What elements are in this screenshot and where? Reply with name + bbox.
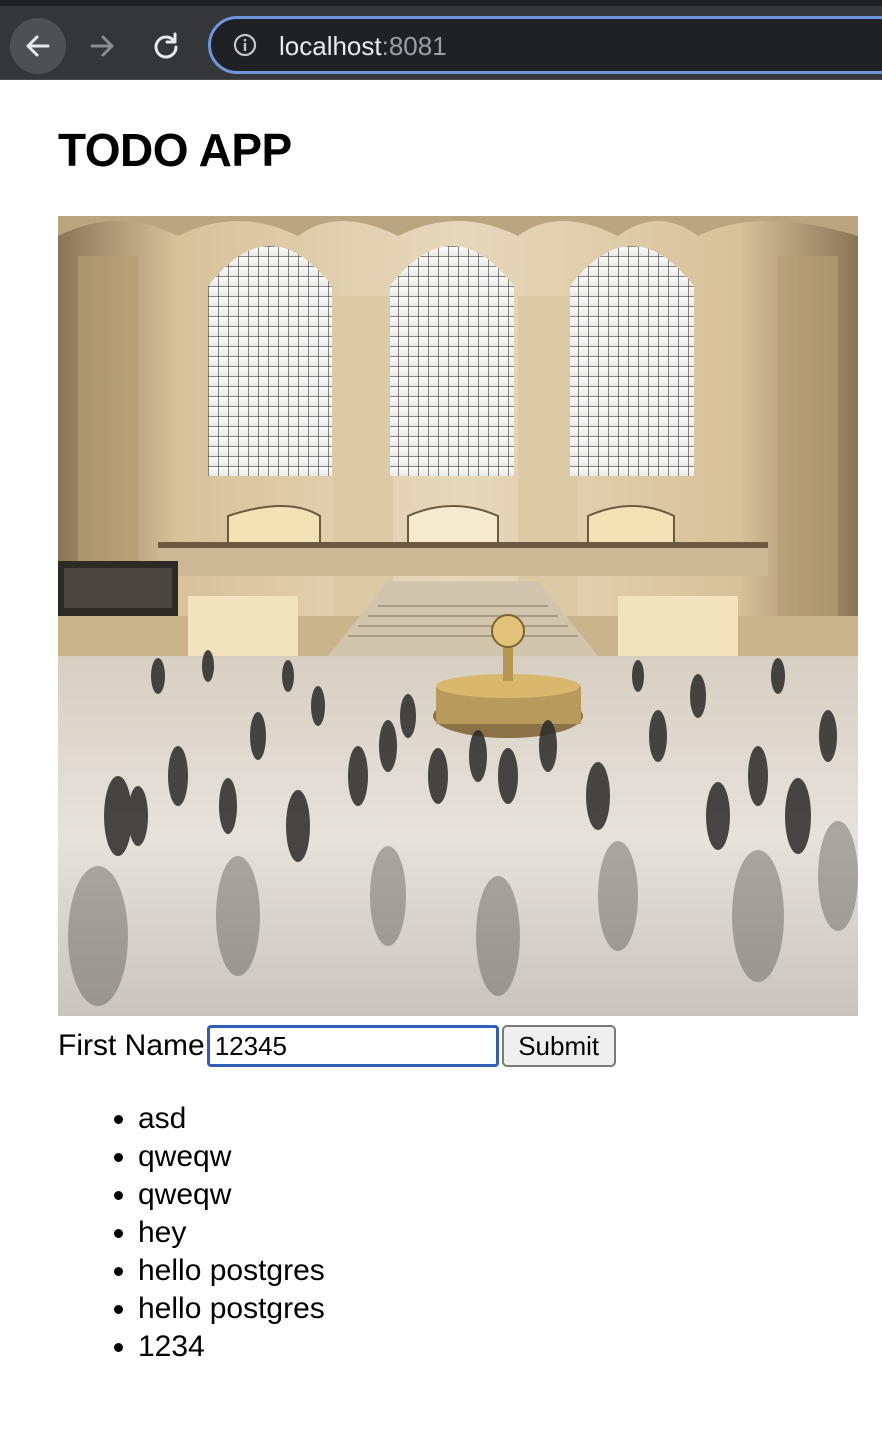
list-item: hello postgres bbox=[138, 1252, 325, 1290]
submit-button[interactable]: Submit bbox=[501, 1025, 616, 1067]
station-photo bbox=[58, 216, 858, 1016]
page-body: TODO APP First Name 12345 Submit • asd •… bbox=[0, 80, 882, 1450]
list-item: hey bbox=[138, 1214, 325, 1252]
forward-button[interactable] bbox=[74, 18, 130, 74]
browser-toolbar: localhost:8081 bbox=[0, 0, 882, 80]
reload-icon bbox=[154, 32, 178, 59]
page-title: TODO APP bbox=[58, 124, 292, 176]
arrow-left-icon bbox=[26, 35, 50, 57]
info-circle-icon[interactable] bbox=[233, 33, 257, 57]
first-name-label: First Name bbox=[58, 1029, 205, 1062]
todo-form: First Name Submit bbox=[58, 1024, 616, 1068]
url-host: localhost bbox=[279, 31, 382, 61]
todo-list: asd qweqw qweqw hey hello postgres hello… bbox=[58, 1100, 325, 1366]
url-port: :8081 bbox=[381, 31, 447, 61]
list-item: 1234 bbox=[138, 1328, 325, 1366]
list-item: qweqw bbox=[138, 1138, 325, 1176]
list-item: hello postgres bbox=[138, 1290, 325, 1328]
url-text: localhost:8081 bbox=[279, 31, 447, 61]
arrow-right-icon bbox=[90, 35, 114, 57]
address-bar[interactable]: localhost:8081 bbox=[208, 16, 882, 74]
first-name-input[interactable] bbox=[206, 1025, 499, 1067]
list-item: asd bbox=[138, 1100, 325, 1138]
back-button[interactable] bbox=[10, 18, 66, 74]
reload-button[interactable] bbox=[138, 18, 194, 74]
hero-image bbox=[58, 216, 858, 1016]
list-item: qweqw bbox=[138, 1176, 325, 1214]
